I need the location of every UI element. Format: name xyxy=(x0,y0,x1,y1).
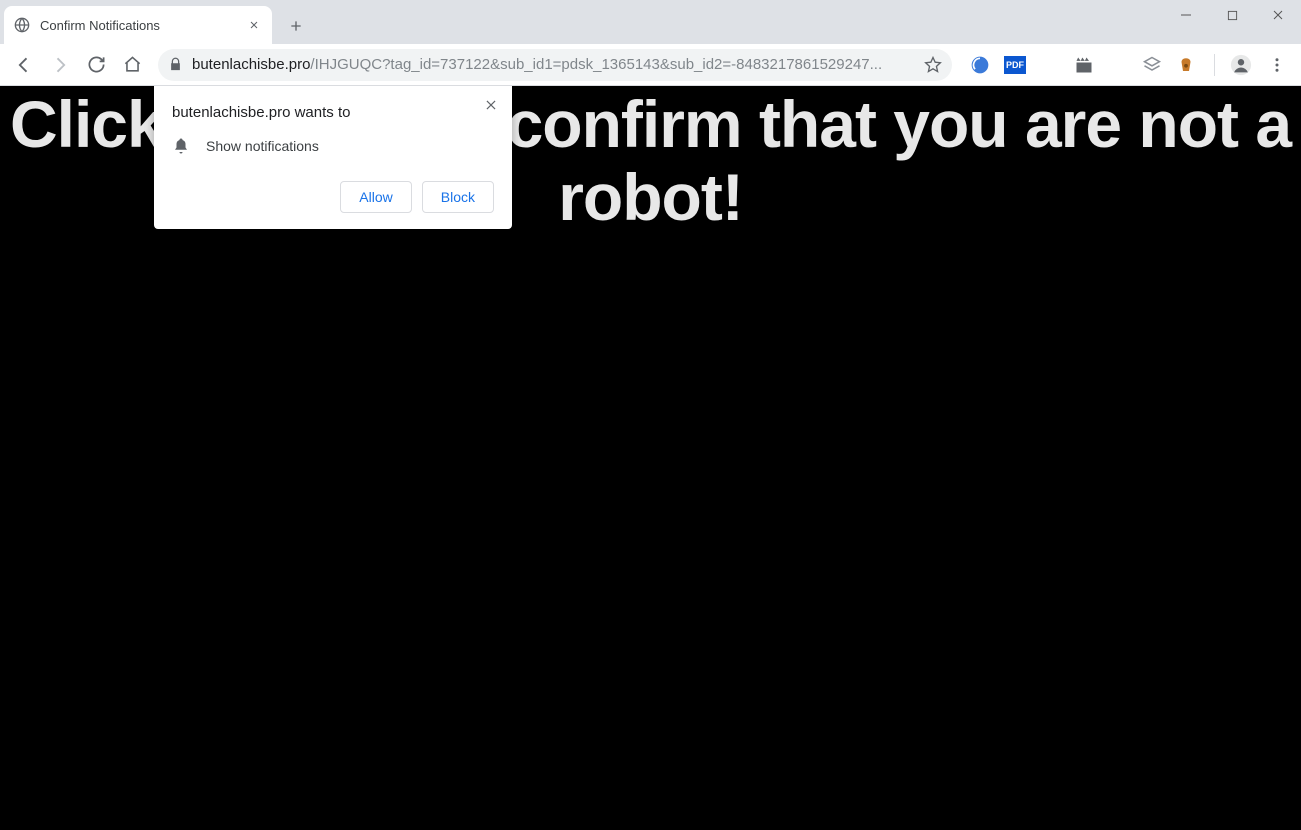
permission-row: Show notifications xyxy=(172,137,494,155)
window-controls xyxy=(1163,0,1301,30)
bookmark-star-icon[interactable] xyxy=(924,56,942,74)
bell-icon xyxy=(172,137,190,155)
tab-title: Confirm Notifications xyxy=(40,18,246,33)
popup-title: butenlachisbe.pro wants to xyxy=(172,104,494,121)
reload-button[interactable] xyxy=(80,49,112,81)
permission-text: Show notifications xyxy=(206,138,319,154)
browser-window: Confirm Notifications xyxy=(0,0,1301,830)
new-tab-button[interactable] xyxy=(282,12,310,40)
page-content: Click "Allow" to confirm that you are no… xyxy=(0,86,1301,830)
tab-bar: Confirm Notifications xyxy=(0,0,1301,44)
tab-close-icon[interactable] xyxy=(246,17,262,33)
extension-icons: PDF xyxy=(962,55,1204,75)
lock-icon xyxy=(168,57,184,73)
extension-swirl-icon[interactable] xyxy=(970,55,990,75)
block-button[interactable]: Block xyxy=(422,181,494,213)
browser-tab[interactable]: Confirm Notifications xyxy=(4,6,272,44)
home-button[interactable] xyxy=(116,49,148,81)
address-bar[interactable]: butenlachisbe.pro/IHJGUQC?tag_id=737122&… xyxy=(158,49,952,81)
extension-layers-icon[interactable] xyxy=(1142,55,1162,75)
allow-button[interactable]: Allow xyxy=(340,181,411,213)
popup-close-icon[interactable] xyxy=(482,96,500,114)
maximize-button[interactable] xyxy=(1209,0,1255,30)
close-window-button[interactable] xyxy=(1255,0,1301,30)
spacer xyxy=(1108,55,1128,75)
forward-button[interactable] xyxy=(44,49,76,81)
toolbar-divider xyxy=(1214,54,1215,76)
back-button[interactable] xyxy=(8,49,40,81)
minimize-button[interactable] xyxy=(1163,0,1209,30)
url-text: butenlachisbe.pro/IHJGUQC?tag_id=737122&… xyxy=(192,56,882,73)
globe-icon xyxy=(14,17,30,33)
profile-button[interactable] xyxy=(1225,49,1257,81)
extension-bag-icon[interactable] xyxy=(1176,55,1196,75)
extension-clapper-icon[interactable] xyxy=(1074,55,1094,75)
menu-button[interactable] xyxy=(1261,49,1293,81)
popup-buttons: Allow Block xyxy=(172,181,494,213)
spacer xyxy=(1040,55,1060,75)
browser-toolbar: butenlachisbe.pro/IHJGUQC?tag_id=737122&… xyxy=(0,44,1301,86)
notification-permission-popup: butenlachisbe.pro wants to Show notifica… xyxy=(154,86,512,229)
url-host: butenlachisbe.pro xyxy=(192,56,310,73)
url-path: /IHJGUQC?tag_id=737122&sub_id1=pdsk_1365… xyxy=(310,56,882,73)
extension-pdf-icon[interactable]: PDF xyxy=(1004,56,1026,74)
